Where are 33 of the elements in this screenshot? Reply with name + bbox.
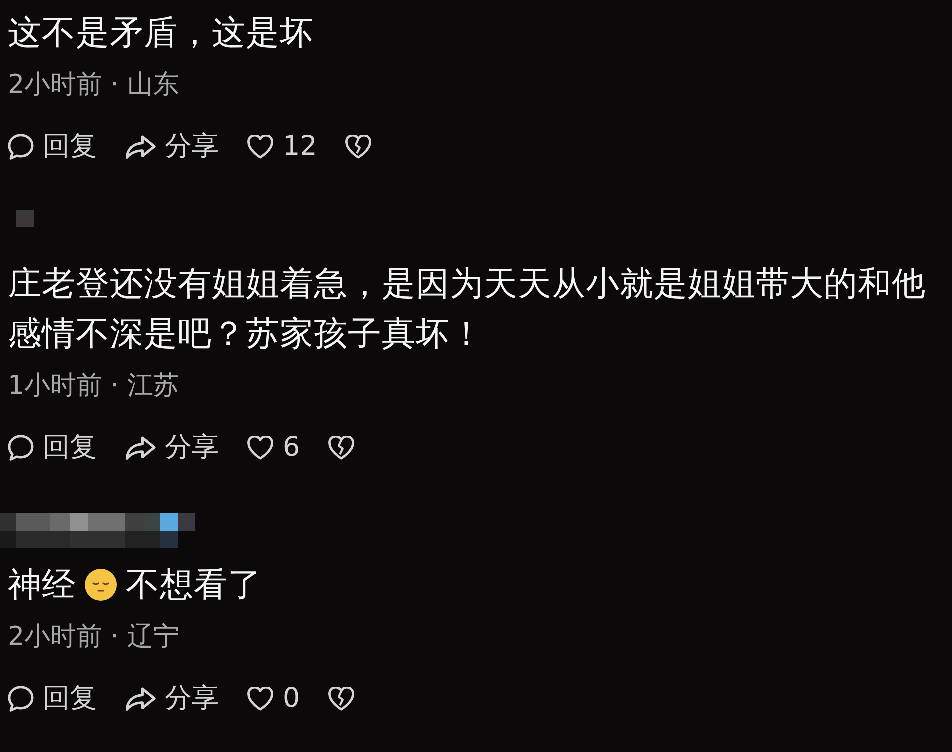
pixelated-username: [16, 210, 34, 227]
share-button[interactable]: 分享: [125, 130, 219, 164]
like-button[interactable]: 0: [247, 682, 300, 716]
share-arrow-icon: [125, 687, 156, 711]
dislike-button[interactable]: [345, 135, 372, 159]
heart-icon: [247, 135, 274, 159]
broken-heart-icon: [345, 135, 372, 159]
comment-text: 庄老登还没有姐姐着急，是因为天天从小就是姐姐带大的和他感情不深是吧？苏家孩子真坏！: [8, 263, 927, 355]
comment-text: 神经: [8, 564, 76, 606]
comment-bubble-icon: [8, 134, 34, 160]
comment-time-location: 2小时前 · 辽宁: [8, 621, 180, 654]
comment-bubble-icon: [8, 435, 34, 461]
like-button[interactable]: 6: [247, 431, 300, 465]
heart-icon: [247, 436, 274, 460]
comment-time-location: 1小时前 · 江苏: [8, 370, 180, 403]
comment-text: 这不是矛盾，这是坏: [8, 12, 314, 54]
share-arrow-icon: [125, 436, 156, 460]
share-button[interactable]: 分享: [125, 682, 219, 716]
dislike-button[interactable]: [328, 436, 356, 460]
share-button[interactable]: 分享: [125, 431, 219, 465]
reply-button[interactable]: 回复: [8, 682, 97, 716]
reply-button[interactable]: 回复: [8, 431, 97, 465]
broken-heart-icon: [328, 436, 356, 460]
broken-heart-icon: [328, 687, 356, 711]
heart-icon: [247, 687, 274, 711]
reply-button[interactable]: 回复: [8, 130, 97, 164]
dislike-button[interactable]: [328, 687, 356, 711]
comment-text: 不想看了: [126, 564, 262, 606]
face-emoji-icon: [85, 569, 117, 601]
share-arrow-icon: [125, 135, 156, 159]
like-button[interactable]: 12: [247, 130, 318, 164]
comment-time-location: 2小时前 · 山东: [8, 69, 180, 102]
comment-bubble-icon: [8, 686, 34, 712]
